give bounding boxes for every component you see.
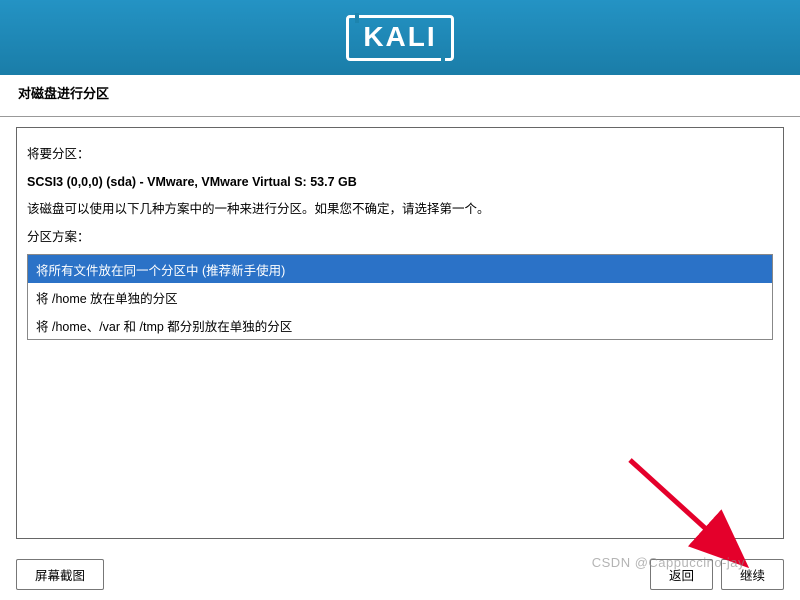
continue-button[interactable]: 继续 (721, 559, 784, 590)
option-all-one-partition[interactable]: 将所有文件放在同一个分区中 (推荐新手使用) (28, 255, 772, 283)
footer-right-group: 返回 继续 (650, 559, 784, 590)
partition-panel: 将要分区： SCSI3 (0,0,0) (sda) - VMware, VMwa… (16, 127, 784, 539)
scheme-label: 分区方案： (27, 227, 773, 248)
page-title: 对磁盘进行分区 (0, 75, 800, 110)
scheme-options-list: 将所有文件放在同一个分区中 (推荐新手使用) 将 /home 放在单独的分区 将… (27, 254, 773, 340)
hint-text: 该磁盘可以使用以下几种方案中的一种来进行分区。如果您不确定，请选择第一个。 (27, 199, 773, 220)
logo-text: KALI (363, 21, 436, 52)
screenshot-button[interactable]: 屏幕截图 (16, 559, 104, 590)
header-banner: KALI (0, 0, 800, 75)
content-area: 将要分区： SCSI3 (0,0,0) (sda) - VMware, VMwa… (0, 117, 800, 549)
back-button[interactable]: 返回 (650, 559, 713, 590)
option-separate-home-var-tmp[interactable]: 将 /home、/var 和 /tmp 都分别放在单独的分区 (28, 311, 772, 339)
kali-logo: KALI (346, 15, 453, 61)
intro-label: 将要分区： (27, 144, 773, 165)
footer-bar: 屏幕截图 返回 继续 (0, 549, 800, 600)
disk-info: SCSI3 (0,0,0) (sda) - VMware, VMware Vir… (27, 175, 773, 189)
option-separate-home[interactable]: 将 /home 放在单独的分区 (28, 283, 772, 311)
